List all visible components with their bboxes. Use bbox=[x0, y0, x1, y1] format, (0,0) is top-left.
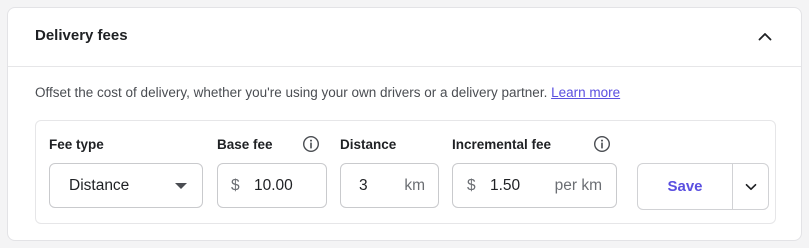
incremental-fee-value: 1.50 bbox=[490, 177, 521, 194]
incremental-fee-currency: $ bbox=[467, 177, 476, 194]
save-options-button[interactable] bbox=[733, 164, 768, 209]
fee-type-value: Distance bbox=[69, 177, 130, 194]
caret-down-icon bbox=[175, 183, 187, 189]
description-text: Offset the cost of delivery, whether you… bbox=[35, 85, 548, 100]
base-fee-value: 10.00 bbox=[254, 177, 293, 194]
base-fee-info-icon[interactable] bbox=[302, 135, 320, 153]
base-fee-input[interactable]: $ 10.00 bbox=[217, 163, 327, 208]
distance-value: 3 bbox=[359, 177, 368, 194]
distance-unit: km bbox=[404, 177, 425, 194]
save-button[interactable]: Save bbox=[638, 164, 733, 209]
fee-type-select[interactable]: Distance bbox=[49, 163, 203, 208]
card-header[interactable]: Delivery fees bbox=[8, 8, 801, 67]
base-fee-currency: $ bbox=[231, 177, 240, 194]
incremental-fee-unit: per km bbox=[554, 177, 602, 194]
chevron-down-icon bbox=[745, 183, 756, 190]
chevron-up-icon bbox=[758, 32, 772, 40]
incremental-fee-label: Incremental fee bbox=[452, 137, 552, 152]
distance-label: Distance bbox=[340, 137, 397, 152]
fee-type-label: Fee type bbox=[49, 137, 104, 152]
card-description: Offset the cost of delivery, whether you… bbox=[35, 85, 620, 100]
incremental-fee-input[interactable]: $ 1.50 per km bbox=[452, 163, 617, 208]
distance-input[interactable]: 3 km bbox=[340, 163, 439, 208]
base-fee-label: Base fee bbox=[217, 137, 273, 152]
incremental-fee-info-icon[interactable] bbox=[593, 135, 611, 153]
collapse-button[interactable] bbox=[755, 26, 775, 46]
delivery-fees-card: Delivery fees Offset the cost of deliver… bbox=[7, 7, 802, 241]
learn-more-link[interactable]: Learn more bbox=[551, 85, 620, 100]
fee-settings-row: Fee type Distance Base fee $ 10.00 Dista… bbox=[35, 120, 776, 224]
card-title: Delivery fees bbox=[35, 27, 128, 44]
save-split-button: Save bbox=[637, 163, 769, 210]
